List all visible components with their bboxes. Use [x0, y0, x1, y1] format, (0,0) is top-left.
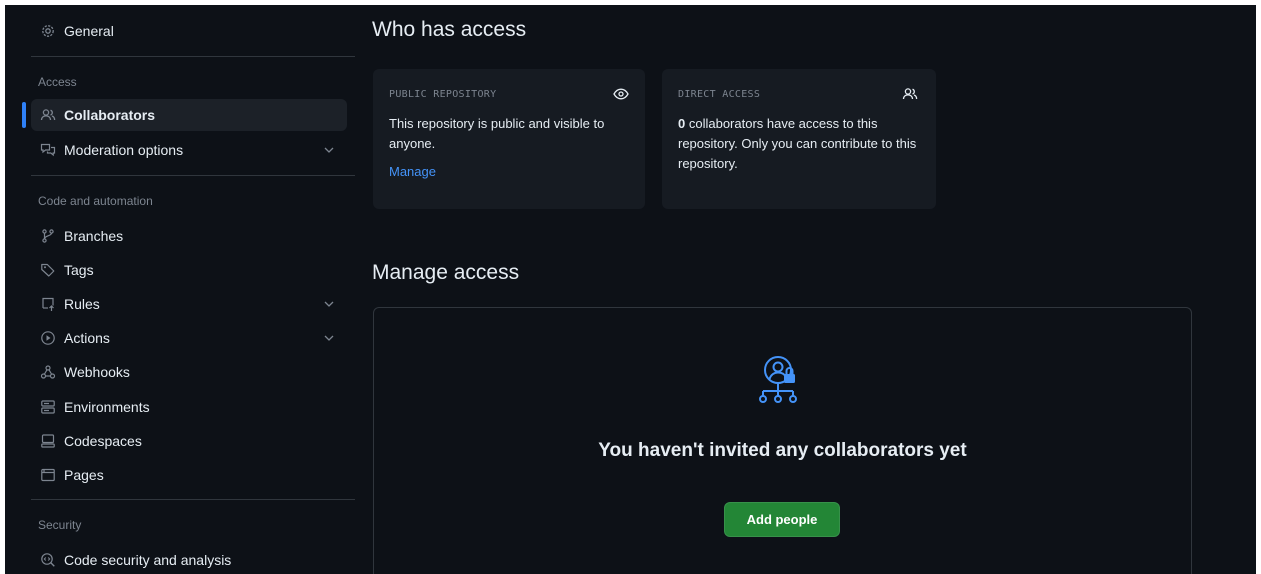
sidebar-item-moderation-options[interactable]: Moderation options — [31, 134, 347, 166]
gear-icon — [40, 23, 56, 39]
sidebar-item-pages[interactable]: Pages — [31, 459, 347, 491]
direct-access-card: DIRECT ACCESS 0 collaborators have acces… — [662, 69, 936, 209]
manage-visibility-link[interactable]: Manage — [389, 164, 436, 179]
add-people-button[interactable]: Add people — [724, 502, 840, 537]
sidebar-item-codespaces[interactable]: Codespaces — [31, 425, 347, 457]
sidebar-item-branches[interactable]: Branches — [31, 220, 347, 252]
active-indicator — [22, 102, 26, 128]
play-icon — [40, 330, 56, 346]
sidebar-section-code-automation: Code and automation — [38, 194, 153, 208]
tag-icon — [40, 262, 56, 278]
public-repository-card: PUBLIC REPOSITORY This repository is pub… — [373, 69, 645, 209]
sidebar-item-label: Environments — [64, 399, 150, 415]
sidebar-item-rules[interactable]: Rules — [31, 288, 347, 320]
sidebar-section-access: Access — [38, 75, 77, 89]
card-label: PUBLIC REPOSITORY — [389, 89, 497, 100]
chevron-down-icon — [324, 147, 334, 153]
codescan-icon — [40, 552, 56, 568]
sidebar-item-tags[interactable]: Tags — [31, 254, 347, 286]
direct-access-text: 0 collaborators have access to this repo… — [678, 114, 920, 174]
sidebar-item-label: Codespaces — [64, 433, 142, 449]
sidebar-item-label: Branches — [64, 228, 124, 244]
repo-push-icon — [40, 296, 56, 312]
sidebar-item-code-security[interactable]: Code security and analysis — [31, 544, 347, 574]
card-label: DIRECT ACCESS — [678, 89, 761, 100]
sidebar-item-label: Pages — [64, 467, 104, 483]
settings-page: General Access Collaborators Moderation … — [5, 5, 1256, 574]
blankslate-title: You haven't invited any collaborators ye… — [598, 440, 967, 461]
server-icon — [40, 399, 56, 415]
sidebar-divider — [31, 499, 355, 500]
chevron-down-icon — [324, 301, 334, 307]
sidebar-item-label: General — [64, 23, 114, 39]
sidebar-item-label: Tags — [64, 262, 94, 278]
sidebar-item-label: Rules — [64, 296, 100, 312]
chevron-down-icon — [324, 335, 334, 341]
sidebar-section-security: Security — [38, 518, 82, 532]
sidebar-divider — [31, 175, 355, 176]
sidebar-item-label: Collaborators — [64, 107, 156, 123]
sidebar-item-label: Webhooks — [64, 364, 130, 380]
comment-discussion-icon — [40, 142, 56, 158]
git-branch-icon — [40, 228, 56, 244]
eye-icon — [613, 88, 629, 100]
sidebar-item-webhooks[interactable]: Webhooks — [31, 356, 347, 388]
sidebar-item-actions[interactable]: Actions — [31, 322, 347, 354]
manage-access-heading: Manage access — [372, 261, 520, 284]
settings-sidebar: General Access Collaborators Moderation … — [5, 5, 355, 574]
person-lock-network-icon — [759, 356, 797, 403]
direct-access-description: collaborators have access to this reposi… — [678, 116, 917, 171]
sidebar-item-label: Actions — [64, 330, 110, 346]
browser-icon — [40, 467, 56, 483]
sidebar-item-label: Moderation options — [64, 142, 184, 158]
sidebar-item-collaborators[interactable]: Collaborators — [31, 99, 347, 131]
sidebar-divider — [31, 56, 355, 57]
people-icon — [902, 88, 918, 100]
codespaces-icon — [40, 433, 56, 449]
public-repository-text: This repository is public and visible to… — [389, 116, 605, 151]
who-has-access-heading: Who has access — [372, 18, 527, 41]
webhook-icon — [40, 364, 56, 380]
people-icon — [40, 107, 56, 123]
sidebar-item-label: Code security and analysis — [64, 552, 232, 568]
sidebar-item-environments[interactable]: Environments — [31, 391, 347, 423]
sidebar-item-general[interactable]: General — [31, 15, 347, 47]
manage-access-blankslate: You haven't invited any collaborators ye… — [373, 307, 1192, 574]
